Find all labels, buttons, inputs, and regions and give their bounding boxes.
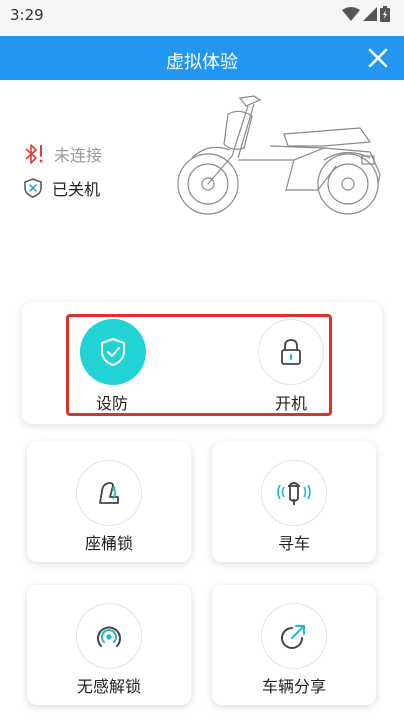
find-car-icon [277, 482, 311, 505]
status-bar: 3:29 [0, 0, 404, 36]
sensorless-unlock-card[interactable]: 无感解锁 [27, 585, 191, 705]
bluetooth-disconnected-icon [25, 144, 43, 164]
arm-button[interactable] [80, 319, 146, 385]
shield-off-icon [24, 178, 42, 198]
shield-check-icon [101, 337, 125, 367]
arm-label: 设防 [95, 394, 128, 413]
power-on-label: 开机 [274, 394, 307, 413]
seat-lock-button[interactable] [76, 460, 142, 526]
status-time: 3:29 [10, 6, 44, 24]
power-on-button[interactable] [258, 319, 324, 385]
bluetooth-status-text: 未连接 [54, 146, 103, 165]
share-label: 车辆分享 [261, 677, 326, 696]
share-icon [281, 625, 305, 649]
battery-icon [380, 6, 390, 22]
power-status: 已关机 [22, 176, 100, 200]
seat-lock-card[interactable]: 座桶锁 [27, 442, 191, 562]
share-card[interactable]: 车辆分享 [212, 585, 376, 705]
find-car-label: 寻车 [277, 534, 310, 553]
seat-lock-icon [99, 482, 119, 504]
share-button[interactable] [261, 603, 327, 669]
scooter-illustration [177, 95, 381, 215]
seat-lock-label: 座桶锁 [84, 534, 133, 553]
signal-icon [363, 7, 377, 21]
find-car-button[interactable] [261, 460, 327, 526]
find-car-card[interactable]: 寻车 [212, 442, 376, 562]
bluetooth-status: 未连接 [22, 142, 102, 166]
power-status-text: 已关机 [52, 180, 101, 199]
wifi-icon [342, 7, 360, 21]
lock-icon [281, 339, 301, 365]
app-header: 虚拟体验 [0, 36, 404, 80]
sensorless-unlock-button[interactable] [76, 603, 142, 669]
sensorless-unlock-label: 无感解锁 [76, 677, 141, 696]
status-icons [342, 6, 390, 22]
sensorless-unlock-icon [97, 626, 121, 647]
close-icon[interactable] [366, 46, 390, 70]
page-title: 虚拟体验 [166, 52, 238, 73]
